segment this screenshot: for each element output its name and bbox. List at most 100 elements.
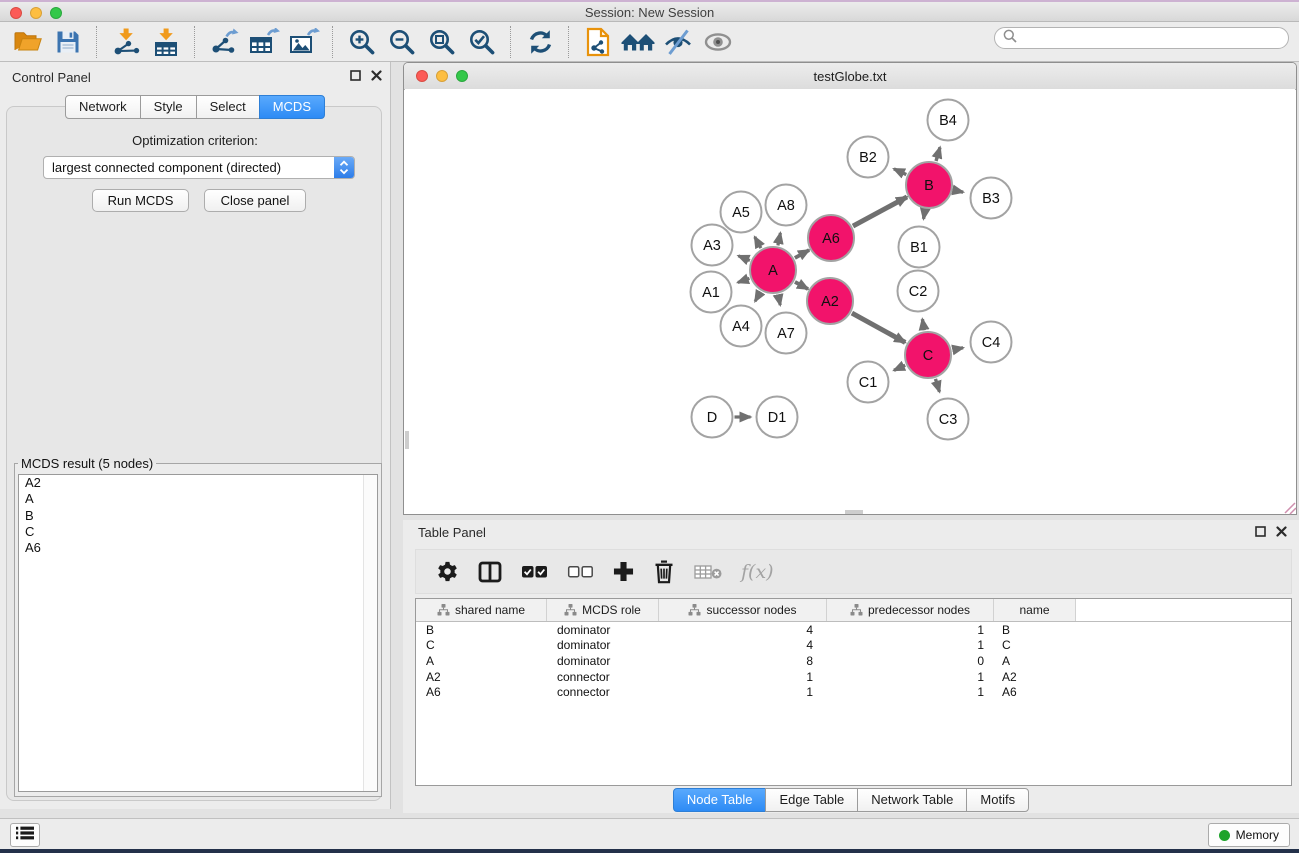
float-panel-icon[interactable] [350,70,361,81]
deselect-all-button[interactable] [567,565,594,579]
table-row[interactable]: Cdominator41C [416,638,1291,654]
table-cell: A2 [994,670,1076,684]
zoom-fit-button[interactable] [422,25,462,59]
graph-node-A8[interactable]: A8 [766,185,807,226]
memory-button[interactable]: Memory [1208,823,1290,847]
mcds-result-item[interactable]: C [19,524,377,540]
graph-node-B1[interactable]: B1 [899,227,940,268]
open-session-icon [13,29,43,55]
split-view-button[interactable] [478,561,502,583]
table-row[interactable]: A2connector11A2 [416,669,1291,685]
close-panel-button[interactable]: Close panel [204,189,306,212]
graph-node-B4[interactable]: B4 [928,100,969,141]
import-network-button[interactable] [106,25,146,59]
tab-edge-table[interactable]: Edge Table [765,788,858,812]
canvas-hscroll-stub[interactable] [845,510,863,514]
select-all-button[interactable] [521,565,548,579]
resize-grip-icon[interactable] [1285,503,1296,514]
mcds-result-list[interactable]: A2ABCA6 [18,474,378,792]
graph-node-A1[interactable]: A1 [691,272,732,313]
graph-node-A6[interactable]: A6 [808,215,854,261]
deselect-all-icon [567,565,594,579]
graph-node-B[interactable]: B [906,162,952,208]
search-input[interactable] [1022,29,1288,47]
mcds-result-item[interactable]: A2 [19,475,377,491]
svg-text:C3: C3 [939,412,958,428]
task-history-button[interactable] [10,823,40,847]
search-field[interactable] [994,27,1289,49]
graph-node-C4[interactable]: C4 [971,322,1012,363]
table-row[interactable]: Bdominator41B [416,622,1291,638]
tab-style[interactable]: Style [140,95,197,119]
graph-node-B2[interactable]: B2 [848,137,889,178]
graph-node-C2[interactable]: C2 [898,271,939,312]
run-mcds-button[interactable]: Run MCDS [92,189,189,212]
graph-node-A3[interactable]: A3 [692,225,733,266]
graph-node-A7[interactable]: A7 [766,313,807,354]
open-session-button[interactable] [8,25,48,59]
column-header-filler [1076,599,1291,621]
save-session-button[interactable] [48,25,88,59]
optimization-criterion-dropdown[interactable]: largest connected component (directed) [43,156,355,179]
table-cell: 8 [659,654,827,668]
zoom-in-button[interactable] [342,25,382,59]
tab-select[interactable]: Select [196,95,260,119]
graph-node-C[interactable]: C [905,332,951,378]
refresh-button[interactable] [520,25,560,59]
zoom-selected-button[interactable] [462,25,502,59]
graph-node-A4[interactable]: A4 [721,306,762,347]
graph-edge-A-A4 [755,292,760,302]
mcds-result-item[interactable]: B [19,508,377,524]
delete-table-icon [694,564,722,580]
optimization-criterion-label: Optimization criterion: [0,133,390,148]
graph-node-D[interactable]: D [692,397,733,438]
scrollbar-track[interactable] [363,475,377,791]
column-header-name[interactable]: name [994,599,1076,621]
tab-network-table[interactable]: Network Table [857,788,967,812]
network-document-button[interactable] [578,25,618,59]
table-row[interactable]: A6connector11A6 [416,684,1291,700]
home-button[interactable] [618,25,658,59]
column-header-shared-name[interactable]: shared name [416,599,547,621]
network-window-title-bar[interactable]: testGlobe.txt [404,63,1296,90]
close-panel-icon[interactable] [1276,526,1287,537]
settings-button[interactable] [436,560,459,583]
graph-node-A2[interactable]: A2 [807,278,853,324]
graph-node-A5[interactable]: A5 [721,192,762,233]
graph-node-B3[interactable]: B3 [971,178,1012,219]
settings-icon [436,560,459,583]
import-table-button[interactable] [146,25,186,59]
close-panel-icon[interactable] [371,70,382,81]
zoom-out-button[interactable] [382,25,422,59]
tab-motifs[interactable]: Motifs [966,788,1029,812]
add-row-button[interactable] [613,561,634,582]
graph-node-C1[interactable]: C1 [848,362,889,403]
tab-mcds[interactable]: MCDS [259,95,325,119]
mcds-result-item[interactable]: A [19,491,377,507]
hide-eye-button[interactable] [658,25,698,59]
fx-button[interactable]: f(x) [741,561,774,583]
tab-node-table[interactable]: Node Table [673,788,767,812]
float-panel-icon[interactable] [1255,526,1266,537]
control-panel-tabs: NetworkStyleSelectMCDS [0,95,390,119]
graph-edge-B-B4 [936,147,940,161]
export-network-button[interactable] [204,25,244,59]
export-table-button[interactable] [244,25,284,59]
column-header-MCDS-role[interactable]: MCDS role [547,599,659,621]
svg-text:A2: A2 [821,294,839,310]
canvas-vscroll-stub[interactable] [405,431,409,449]
column-header-successor-nodes[interactable]: successor nodes [659,599,827,621]
tab-network[interactable]: Network [65,95,141,119]
show-eye-button[interactable] [698,25,738,59]
mcds-result-item[interactable]: A6 [19,540,377,556]
table-row[interactable]: Adominator80A [416,653,1291,669]
column-header-predecessor-nodes[interactable]: predecessor nodes [827,599,994,621]
graph-node-A[interactable]: A [750,247,796,293]
delete-row-button[interactable] [653,560,675,584]
graph-node-C3[interactable]: C3 [928,399,969,440]
delete-table-button[interactable] [694,564,722,580]
svg-text:D1: D1 [768,410,787,426]
graph-node-D1[interactable]: D1 [757,397,798,438]
network-canvas[interactable]: B4 B2 B B3 A8A5 A6 A3 B1 A C2 A1 A2 A4A7 C4 C C1 C3 D D1 [405,89,1295,513]
export-image-button[interactable] [284,25,324,59]
